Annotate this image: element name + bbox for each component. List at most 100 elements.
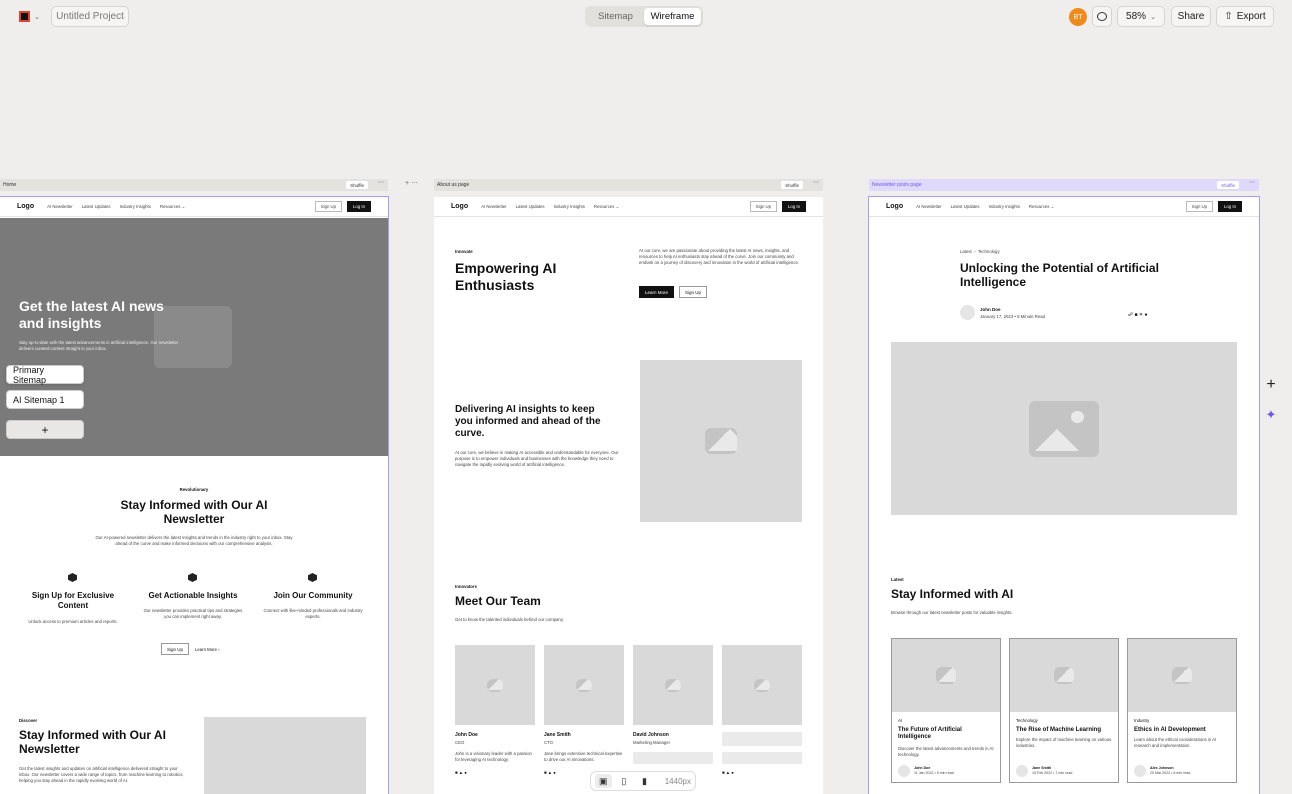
avatar bbox=[960, 305, 975, 320]
frame-posts[interactable]: Logo AI Newsletter Latest Updates Indust… bbox=[868, 196, 1260, 794]
ai-generate-button[interactable]: ✦ bbox=[1261, 405, 1281, 425]
shuffle-button[interactable]: Shuffle bbox=[781, 181, 803, 189]
social-icons[interactable]: ■ ▲ ● bbox=[544, 770, 556, 776]
page-bar-about[interactable]: About us page Shuffle ⋯ bbox=[434, 179, 823, 191]
shuffle-button[interactable]: Shuffle bbox=[346, 181, 368, 189]
breadcrumb-item[interactable]: Technology bbox=[978, 249, 1000, 254]
post-title: The Future of Artificial Intelligence bbox=[898, 727, 962, 741]
nav-link[interactable]: AI Newsletter bbox=[481, 204, 507, 209]
learn-more-button[interactable]: Learn More bbox=[639, 286, 675, 298]
add-page-icon[interactable]: + ⋯ bbox=[405, 179, 418, 187]
page-bar-posts[interactable]: Newsletter posts page Shuffle ⋯ bbox=[869, 179, 1259, 191]
post-image bbox=[1010, 639, 1118, 712]
shuffle-button[interactable]: Shuffle bbox=[1217, 181, 1239, 189]
nav-link[interactable]: Resources ⌄ bbox=[1029, 204, 1054, 210]
image-placeholder-icon bbox=[1172, 667, 1192, 684]
social-icons[interactable]: ■ ▲ ● bbox=[722, 770, 734, 776]
more-icon[interactable]: ⋯ bbox=[813, 179, 819, 186]
breadcrumb-item[interactable]: Latest bbox=[960, 249, 972, 254]
nav-link[interactable]: Latest Updates bbox=[516, 204, 545, 209]
add-section-button[interactable]: + bbox=[1261, 375, 1281, 395]
section-title: Stay Informed with Our AI Newsletter bbox=[120, 498, 268, 527]
skeleton-line bbox=[722, 732, 802, 746]
post-meta: 15 Feb 2022 • 7 min read bbox=[1032, 771, 1073, 775]
section-tag: Revolutionary bbox=[179, 487, 209, 492]
more-icon[interactable]: ⋯ bbox=[378, 179, 384, 186]
login-button[interactable]: Log In bbox=[347, 201, 371, 212]
export-button[interactable]: ⇧ Export bbox=[1216, 6, 1274, 27]
feature-title: Join Our Community bbox=[273, 591, 353, 600]
zoom-select[interactable]: 58% ⌄ bbox=[1117, 6, 1165, 27]
comments-button[interactable] bbox=[1092, 6, 1112, 27]
avatar[interactable]: BT bbox=[1069, 8, 1087, 26]
sparkle-icon: ✦ bbox=[1265, 407, 1277, 422]
tab-wireframe[interactable]: Wireframe bbox=[644, 8, 701, 25]
page-bar-home[interactable]: Home Shuffle ⋯ bbox=[0, 179, 388, 191]
team-title: Meet Our Team bbox=[455, 594, 541, 608]
signup-button[interactable]: Sign Up bbox=[749, 201, 778, 212]
signup-button[interactable]: Sign Up bbox=[679, 286, 708, 298]
signup-button[interactable]: Sign Up bbox=[161, 643, 190, 655]
social-icons[interactable]: ■ ▲ ● bbox=[455, 770, 467, 776]
phone-icon[interactable]: ▮ bbox=[636, 774, 653, 788]
app-logo-menu[interactable]: ⌄ bbox=[13, 6, 46, 27]
nav-link[interactable]: Latest Updates bbox=[951, 204, 980, 209]
section-tag: Latest bbox=[891, 577, 904, 582]
post-card[interactable]: Industry Ethics in AI Development Learn … bbox=[1127, 638, 1237, 783]
nav-logo[interactable]: Logo bbox=[886, 203, 903, 210]
nav-link[interactable]: Industry Insights bbox=[989, 204, 1020, 209]
frame-about[interactable]: Logo AI Newsletter Latest Updates Indust… bbox=[434, 197, 823, 794]
share-icons[interactable]: ☍ ■ ✕ ● bbox=[1128, 312, 1147, 319]
ai-sitemap-item[interactable]: AI Sitemap 1 bbox=[6, 390, 84, 409]
chevron-down-icon: ⌄ bbox=[1150, 13, 1156, 21]
primary-sitemap-item[interactable]: Primary Sitemap bbox=[6, 365, 84, 385]
section-tag: Innovators bbox=[455, 584, 477, 589]
tablet-icon[interactable]: ▯ bbox=[616, 774, 633, 788]
share-button[interactable]: Share bbox=[1171, 6, 1211, 27]
breadcrumb: Latest › Technology bbox=[960, 249, 1000, 254]
post-card[interactable]: Technology The Rise of Machine Learning … bbox=[1009, 638, 1119, 783]
post-excerpt: Discover the latest advancements and tre… bbox=[898, 746, 994, 758]
more-icon[interactable]: ⋯ bbox=[1249, 179, 1255, 186]
member-name: Jane Smith bbox=[544, 732, 571, 738]
signup-button[interactable]: Sign Up bbox=[1185, 201, 1214, 212]
page-name: About us page bbox=[437, 182, 470, 188]
post-author: Alex Johnson bbox=[1150, 766, 1174, 770]
post-card[interactable]: AI The Future of Artificial Intelligence… bbox=[891, 638, 1001, 783]
login-button[interactable]: Log In bbox=[1218, 201, 1242, 212]
article-image bbox=[891, 342, 1237, 515]
nav-link[interactable]: Resources ⌄ bbox=[594, 204, 619, 210]
author-name: John Doe bbox=[980, 307, 1001, 312]
member-role: CEO bbox=[455, 740, 465, 745]
nav-logo[interactable]: Logo bbox=[451, 203, 468, 210]
nav-link[interactable]: AI Newsletter bbox=[47, 204, 73, 209]
cube-icon bbox=[188, 573, 197, 582]
nav-link[interactable]: Latest Updates bbox=[82, 204, 111, 209]
tab-sitemap[interactable]: Sitemap bbox=[587, 8, 644, 25]
add-sitemap-button[interactable]: + bbox=[6, 420, 84, 439]
post-tag: Industry bbox=[1134, 718, 1150, 723]
nav-link[interactable]: AI Newsletter bbox=[916, 204, 942, 209]
signup-button[interactable]: Sign Up bbox=[314, 201, 343, 212]
frame-home[interactable]: Logo AI Newsletter Latest Updates Indust… bbox=[0, 196, 389, 794]
image-placeholder bbox=[640, 360, 802, 522]
nav-link[interactable]: Resources ⌄ bbox=[160, 204, 185, 210]
page-name: Newsletter posts page bbox=[872, 182, 922, 188]
member-photo bbox=[455, 645, 535, 725]
post-author: John Doe bbox=[914, 766, 931, 770]
skeleton-line bbox=[633, 752, 713, 764]
laptop-icon[interactable]: ▣ bbox=[595, 774, 612, 788]
nav-link[interactable]: Industry Insights bbox=[554, 204, 585, 209]
article-meta: January 17, 2023 • 5 Minute Read bbox=[980, 314, 1046, 319]
nav-link[interactable]: Industry Insights bbox=[120, 204, 151, 209]
cube-icon bbox=[68, 573, 77, 582]
learn-more-link[interactable]: Learn More › bbox=[195, 647, 220, 653]
member-photo bbox=[633, 645, 713, 725]
project-title[interactable]: Untitled Project bbox=[51, 6, 129, 27]
avatar bbox=[1134, 765, 1146, 777]
member-role: Marketing Manager bbox=[633, 740, 671, 745]
team-body: Get to know the talented individuals beh… bbox=[455, 617, 564, 622]
member-role: CTO bbox=[544, 740, 553, 745]
nav-logo[interactable]: Logo bbox=[17, 203, 34, 210]
login-button[interactable]: Log In bbox=[782, 201, 806, 212]
